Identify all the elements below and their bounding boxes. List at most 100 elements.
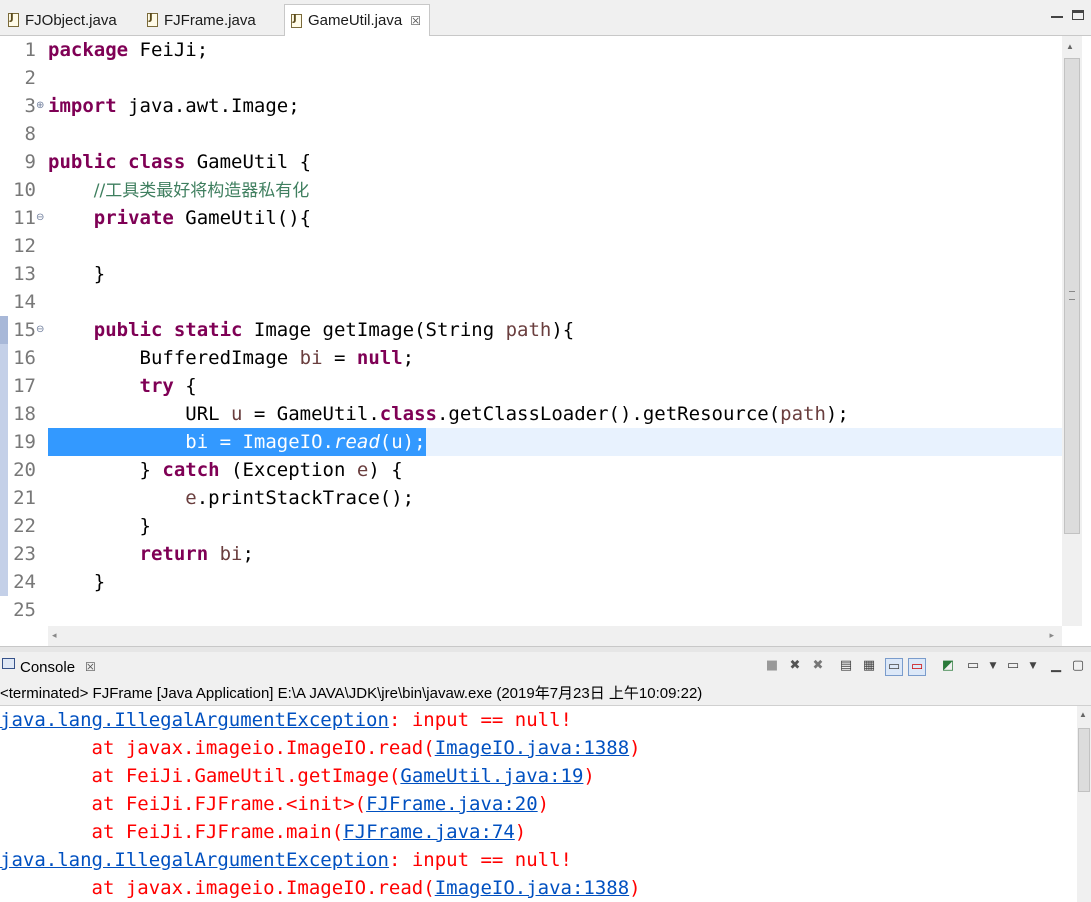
line-number: 16 bbox=[13, 347, 36, 369]
dropdown-arrow-icon[interactable]: ▼ bbox=[1025, 658, 1041, 674]
dropdown-arrow-icon[interactable]: ▼ bbox=[985, 658, 1001, 674]
console-text: : input == null! bbox=[388, 709, 572, 731]
minimize-icon[interactable]: ▁ bbox=[1048, 658, 1064, 674]
editor-vertical-scrollbar[interactable]: ▲ bbox=[1062, 36, 1082, 626]
code-line-11: private GameUtil(){ bbox=[93, 207, 312, 229]
console-line: java.lang.IllegalArgumentException: inpu… bbox=[0, 706, 572, 734]
code-area[interactable]: package FeiJi; import java.awt.Image; pu… bbox=[48, 36, 1062, 626]
line-number: 15 bbox=[13, 319, 36, 341]
line-number: 18 bbox=[13, 403, 36, 425]
stack-trace-link[interactable]: FJFrame.java:20 bbox=[366, 793, 538, 815]
pin-console-icon[interactable]: ◩ bbox=[940, 658, 956, 674]
tab-gameutil-java[interactable]: GameUtil.java ☒ bbox=[284, 4, 430, 36]
stack-trace-link[interactable]: ImageIO.java:1388 bbox=[435, 877, 629, 899]
show-on-stdout-icon[interactable]: ▭ bbox=[885, 658, 903, 676]
collapse-fold-icon[interactable]: ⊖ bbox=[36, 316, 44, 344]
code-line-1: package FeiJi; bbox=[48, 39, 209, 61]
code-line-19: bi = ImageIO.read(u); bbox=[48, 428, 426, 456]
code-line-15: public static Image getImage(String path… bbox=[93, 319, 575, 341]
console-line: at FeiJi.FJFrame.<init>(FJFrame.java:20) bbox=[0, 790, 550, 818]
line-number: 14 bbox=[13, 291, 36, 313]
tab-fjobject-java[interactable]: FJObject.java bbox=[2, 5, 138, 35]
line-number: 19 bbox=[13, 431, 36, 453]
scroll-right-icon[interactable]: ▸ bbox=[1049, 630, 1054, 641]
maximize-icon[interactable] bbox=[1072, 10, 1084, 20]
line-number: 8 bbox=[24, 123, 36, 145]
console-text: at FeiJi.FJFrame.<init>( bbox=[0, 793, 367, 815]
remove-all-launches-icon[interactable]: ✖ bbox=[810, 658, 826, 674]
scrollbar-thumb[interactable] bbox=[1064, 58, 1080, 534]
console-line: at javax.imageio.ImageIO.read(ImageIO.ja… bbox=[0, 874, 641, 902]
line-number: 11 bbox=[13, 207, 36, 229]
line-number: 21 bbox=[13, 487, 36, 509]
display-console-icon[interactable]: ▭ bbox=[965, 658, 981, 674]
scrollbar-thumb[interactable] bbox=[1078, 728, 1090, 792]
code-line-21: e.printStackTrace(); bbox=[185, 487, 415, 509]
new-console-icon[interactable]: ▭ bbox=[1005, 658, 1021, 674]
terminate-icon[interactable]: ■ bbox=[764, 658, 780, 674]
tab-label: GameUtil.java bbox=[308, 12, 403, 29]
line-number: 20 bbox=[13, 459, 36, 481]
line-number: 3 bbox=[24, 95, 36, 117]
tab-fjframe-java[interactable]: FJFrame.java bbox=[141, 5, 281, 35]
console-text: ) bbox=[629, 737, 641, 759]
console-output[interactable]: java.lang.IllegalArgumentException: inpu… bbox=[0, 706, 1077, 902]
console-text: at FeiJi.GameUtil.getImage( bbox=[0, 765, 401, 787]
tab-label: FJObject.java bbox=[25, 11, 117, 29]
editor-horizontal-scrollbar[interactable]: ◂ ▸ bbox=[48, 626, 1062, 646]
code-line-23: return bi; bbox=[139, 543, 254, 565]
console-text: ) bbox=[583, 765, 595, 787]
java-file-icon bbox=[291, 13, 302, 28]
code-line-22: } bbox=[48, 515, 151, 537]
stack-trace-link[interactable]: java.lang.IllegalArgumentException bbox=[0, 849, 389, 871]
scroll-left-icon[interactable]: ◂ bbox=[52, 630, 57, 641]
line-number: 2 bbox=[24, 67, 36, 89]
maximize-icon[interactable]: ▢ bbox=[1070, 658, 1086, 674]
stack-trace-link[interactable]: java.lang.IllegalArgumentException bbox=[0, 709, 389, 731]
java-file-icon bbox=[147, 12, 158, 27]
line-number: 23 bbox=[13, 543, 36, 565]
scroll-up-icon[interactable]: ▲ bbox=[1066, 42, 1074, 51]
close-tab-icon[interactable]: ☒ bbox=[410, 14, 421, 28]
remove-launch-icon[interactable]: ✖ bbox=[787, 658, 803, 674]
console-text: : input == null! bbox=[388, 849, 572, 871]
console-tab-label[interactable]: Console bbox=[20, 659, 75, 676]
stack-trace-link[interactable]: ImageIO.java:1388 bbox=[435, 737, 629, 759]
console-text: ) bbox=[514, 821, 527, 843]
clear-console-icon[interactable]: ▤ bbox=[838, 658, 854, 674]
expand-fold-icon[interactable]: ⊕ bbox=[36, 92, 44, 120]
console-line: at FeiJi.GameUtil.getImage(GameUtil.java… bbox=[0, 762, 595, 790]
line-number: 1 bbox=[24, 39, 36, 61]
console-line: at FeiJi.FJFrame.main(FJFrame.java:74) bbox=[0, 818, 527, 846]
change-marker bbox=[0, 344, 8, 596]
line-number-ruler: 1 2 3 8 9 10 11 12 13 14 15 16 17 18 19 … bbox=[0, 36, 48, 626]
line-number: 25 bbox=[13, 599, 36, 621]
console-icon bbox=[2, 658, 15, 669]
line-number: 13 bbox=[13, 263, 36, 285]
stack-trace-link[interactable]: FJFrame.java:74 bbox=[343, 821, 515, 843]
console-vertical-scrollbar[interactable]: ▲ bbox=[1077, 706, 1091, 902]
line-number: 17 bbox=[13, 375, 36, 397]
scroll-up-icon[interactable]: ▲ bbox=[1079, 710, 1087, 719]
stack-trace-link[interactable]: GameUtil.java:19 bbox=[400, 765, 583, 787]
code-line-10: //工具类最好将构造器私有化 bbox=[93, 181, 310, 201]
java-file-icon bbox=[8, 12, 19, 27]
code-line-13: } bbox=[48, 263, 106, 285]
close-console-icon[interactable]: ☒ bbox=[85, 660, 96, 674]
console-text: at javax.imageio.ImageIO.read( bbox=[0, 877, 435, 899]
collapse-fold-icon[interactable]: ⊖ bbox=[36, 204, 44, 232]
scroll-lock-icon[interactable]: ▦ bbox=[861, 658, 877, 674]
change-marker bbox=[0, 316, 8, 344]
line-number: 22 bbox=[13, 515, 36, 537]
minimize-icon[interactable] bbox=[1051, 10, 1063, 18]
code-line-20: } catch (Exception e) { bbox=[48, 459, 403, 481]
editor-tab-bar: FJObject.java FJFrame.java GameUtil.java… bbox=[0, 0, 1091, 36]
code-line-9: public class GameUtil { bbox=[48, 151, 312, 173]
show-on-stderr-icon[interactable]: ▭ bbox=[908, 658, 926, 676]
code-line-17: try { bbox=[139, 375, 197, 397]
console-toolbar: Console ☒ ■ ✖ ✖ ▤ ▦ ▭ ▭ ◩ ▭ ▼ ▭ ▼ ▁ ▢ bbox=[0, 652, 1091, 682]
console-line: java.lang.IllegalArgumentException: inpu… bbox=[0, 846, 572, 874]
code-editor[interactable]: 1 2 3 8 9 10 11 12 13 14 15 16 17 18 19 … bbox=[0, 36, 1091, 646]
text-selection: bi = ImageIO.read(u); bbox=[48, 428, 426, 456]
code-line-16: BufferedImage bi = null; bbox=[48, 347, 415, 369]
